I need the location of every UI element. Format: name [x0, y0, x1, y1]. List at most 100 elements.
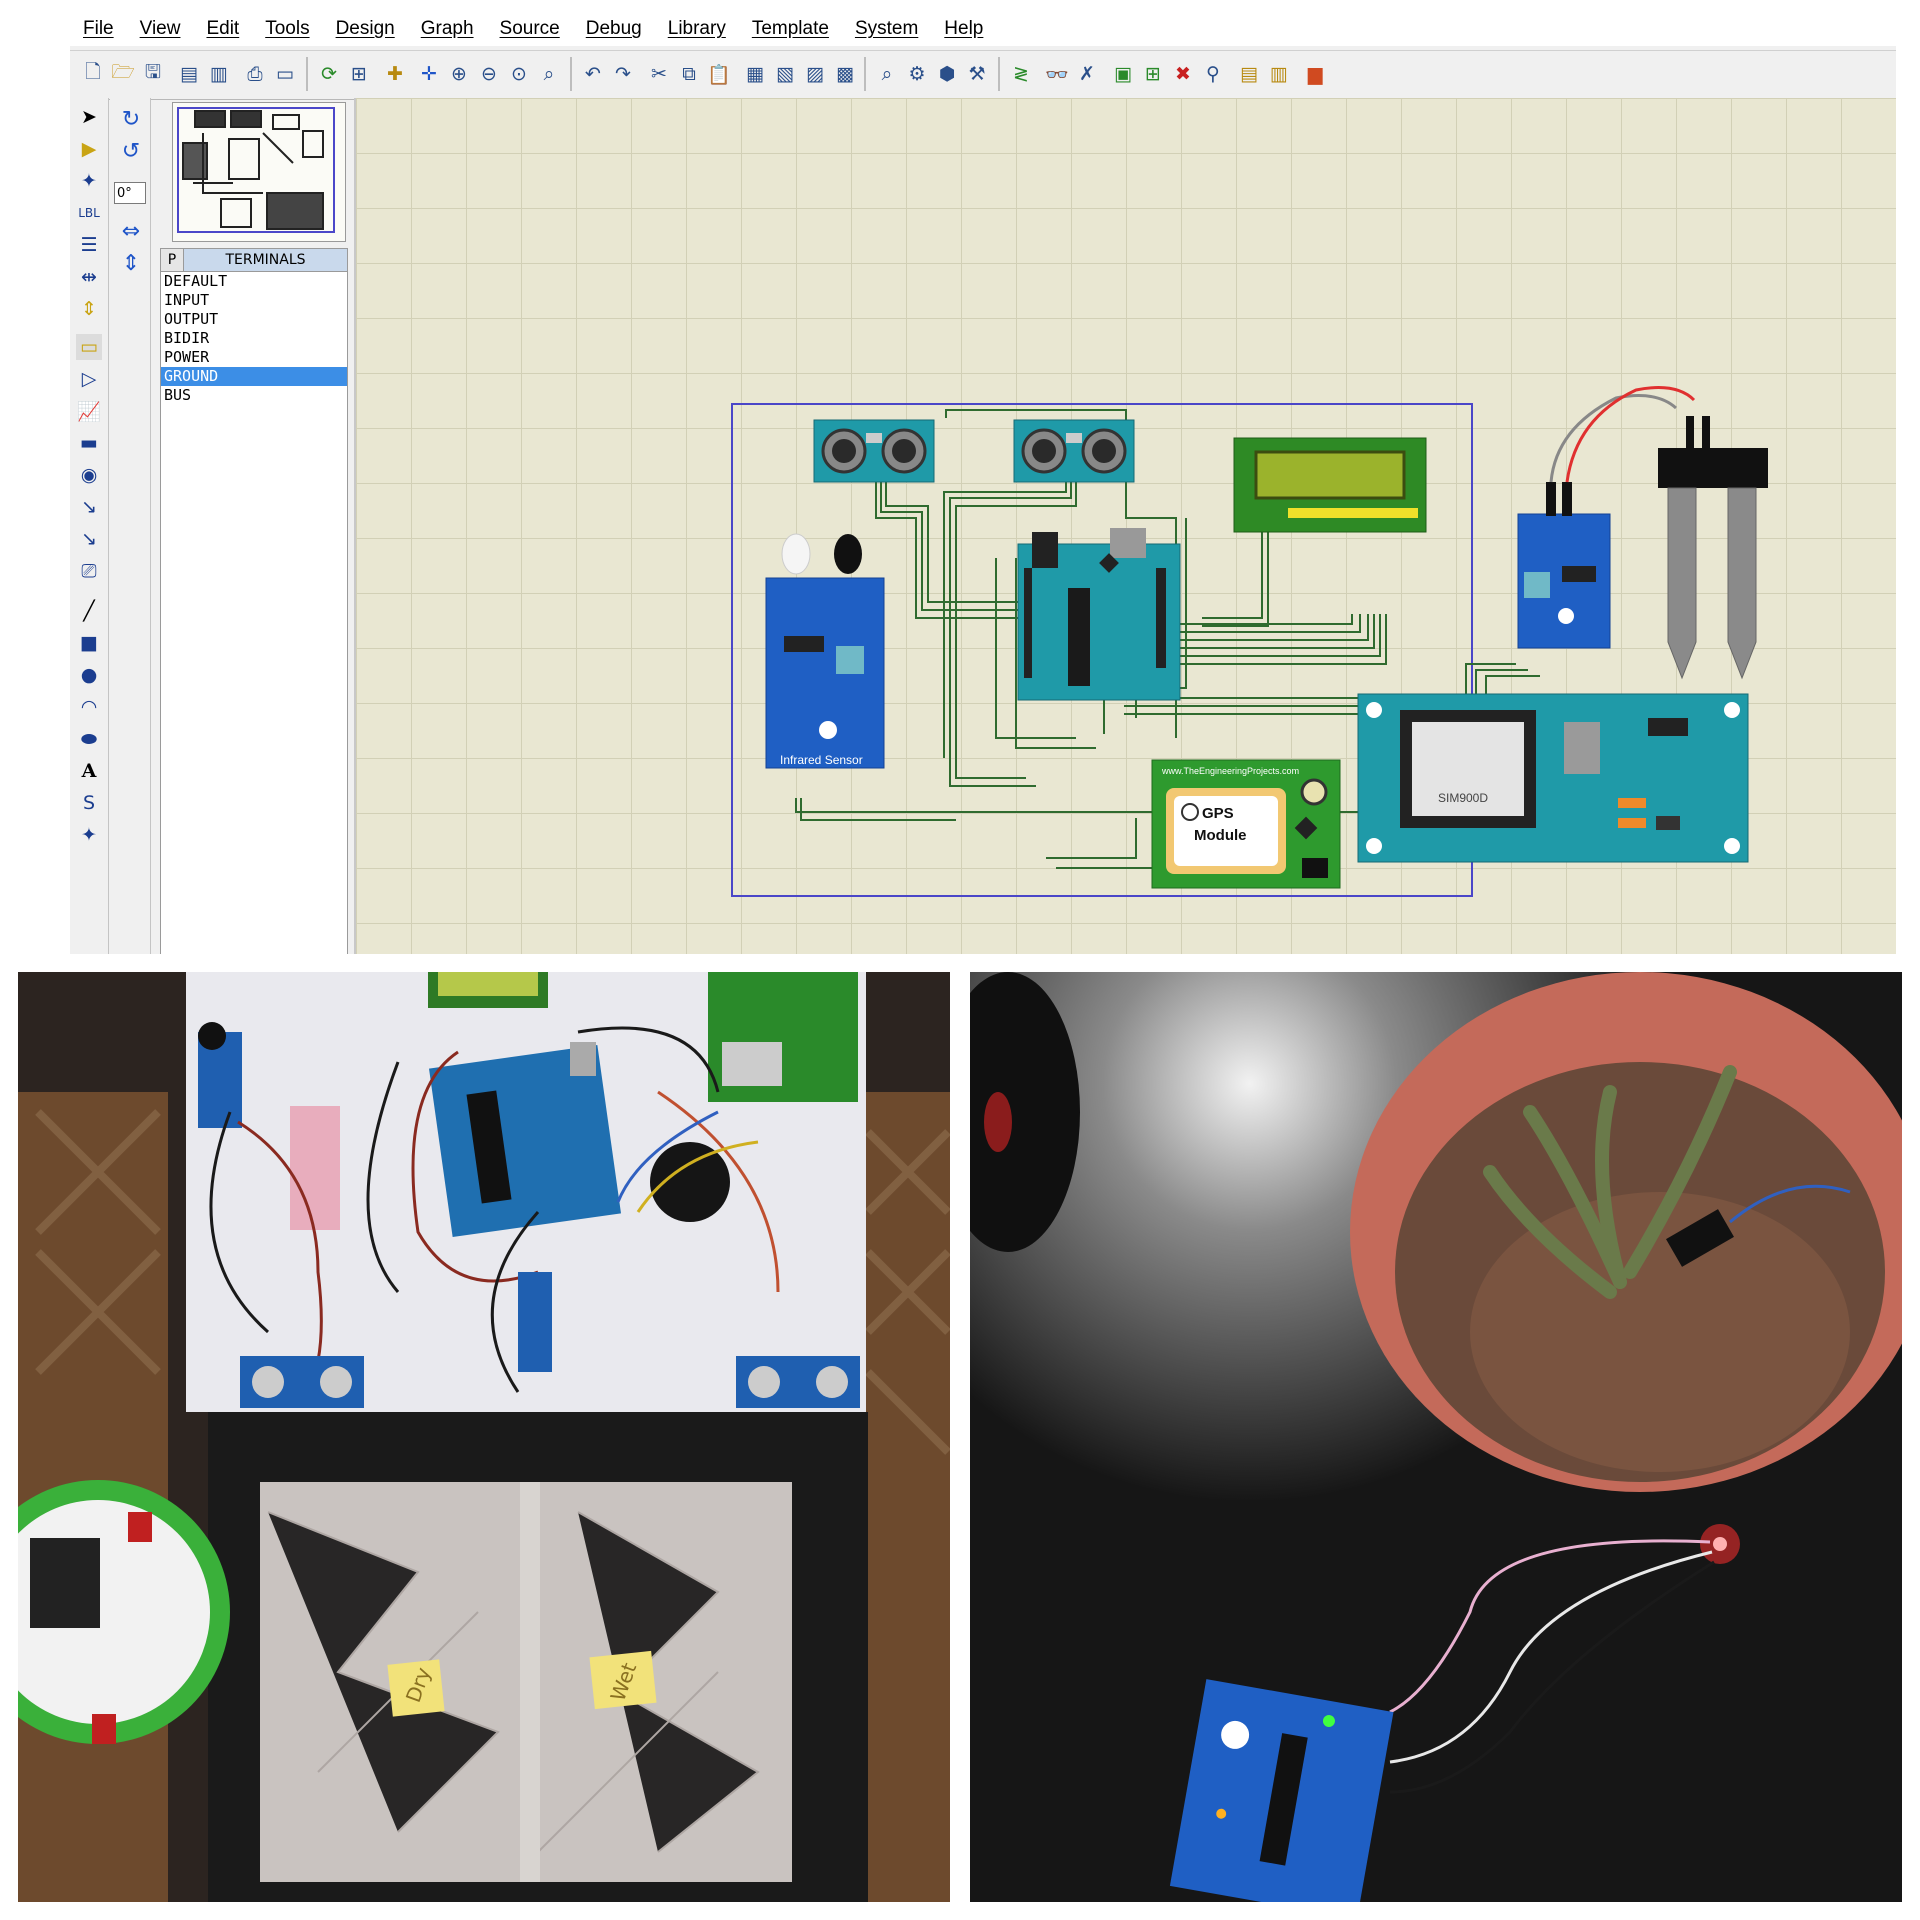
menu-template[interactable]: Template: [739, 18, 842, 40]
property-assignment-icon[interactable]: ✗: [1074, 61, 1100, 87]
box-icon[interactable]: ■: [76, 630, 102, 656]
new-sheet-icon[interactable]: ▣: [1110, 61, 1136, 87]
selection-mode-icon[interactable]: ➤: [76, 104, 102, 130]
bill-of-materials-icon[interactable]: ▤: [1236, 61, 1262, 87]
block-move-icon[interactable]: ▧: [772, 61, 798, 87]
menu-view[interactable]: View: [127, 18, 194, 40]
arduino-uno-board[interactable]: [1017, 528, 1181, 701]
search-tag-icon[interactable]: 👓: [1044, 61, 1070, 87]
zoom-all-icon[interactable]: ⊙: [506, 61, 532, 87]
symbol-icon[interactable]: S: [76, 790, 102, 816]
copy-icon[interactable]: ⧉: [676, 61, 702, 87]
marker-icon[interactable]: ✦: [76, 822, 102, 848]
schematic-canvas[interactable]: Infrared Sensor SIM900D www.TheEngineeri…: [354, 98, 1896, 954]
import-icon[interactable]: ▤: [176, 61, 202, 87]
terminal-item-ground[interactable]: GROUND: [161, 367, 347, 386]
device-pins-icon[interactable]: ▷: [76, 366, 102, 392]
lcd-display[interactable]: [1233, 437, 1427, 533]
zoom-in-icon[interactable]: ⊕: [446, 61, 472, 87]
text-icon[interactable]: A: [76, 758, 102, 784]
menu-help[interactable]: Help: [931, 18, 996, 40]
path-icon[interactable]: ⬬: [76, 726, 102, 752]
ultrasonic-sensor-1[interactable]: [813, 419, 935, 483]
menu-edit[interactable]: Edit: [193, 18, 252, 40]
rotation-toolbar: ↻ ↺ 0° ⇔ ⇕: [110, 98, 151, 954]
paste-icon[interactable]: 📋: [706, 61, 732, 87]
terminals-mode-icon[interactable]: ▭: [76, 334, 102, 360]
add-sheet-icon[interactable]: ⊞: [1140, 61, 1166, 87]
zoom-out-icon[interactable]: ⊖: [476, 61, 502, 87]
terminal-item-input[interactable]: INPUT: [161, 291, 347, 310]
terminal-item-default[interactable]: DEFAULT: [161, 272, 347, 291]
terminal-item-power[interactable]: POWER: [161, 348, 347, 367]
rotation-angle-input[interactable]: 0°: [114, 182, 146, 204]
decompose-icon[interactable]: ⚒: [964, 61, 990, 87]
mirror-vertical-icon[interactable]: ⇕: [118, 250, 144, 276]
print-area-icon[interactable]: ▭: [272, 61, 298, 87]
block-copy-icon[interactable]: ▦: [742, 61, 768, 87]
make-device-icon[interactable]: ⚙: [904, 61, 930, 87]
buses-icon[interactable]: ⇹: [76, 264, 102, 290]
undo-icon[interactable]: ↶: [580, 61, 606, 87]
export-icon[interactable]: ▥: [206, 61, 232, 87]
soil-moisture-probe[interactable]: [1658, 416, 1768, 680]
block-delete-icon[interactable]: ▩: [832, 61, 858, 87]
overview-window[interactable]: [172, 102, 346, 242]
voltage-probe-icon[interactable]: ↘: [76, 494, 102, 520]
junction-dot-icon[interactable]: ✦: [76, 168, 102, 194]
goto-sheet-icon[interactable]: ⚲: [1200, 61, 1226, 87]
pan-icon[interactable]: ✛: [416, 61, 442, 87]
save-icon[interactable]: 🖫: [140, 61, 166, 87]
gsm-module-sim900d[interactable]: SIM900D: [1357, 693, 1749, 863]
packaging-tool-icon[interactable]: ⬢: [934, 61, 960, 87]
remove-sheet-icon[interactable]: ✖: [1170, 61, 1196, 87]
line-icon[interactable]: ╱: [76, 598, 102, 624]
cut-icon[interactable]: ✂: [646, 61, 672, 87]
current-probe-icon[interactable]: ↘: [76, 526, 102, 552]
component-mode-icon[interactable]: ▶: [76, 136, 102, 162]
circle-icon[interactable]: ●: [76, 662, 102, 688]
rotate-clockwise-icon[interactable]: ↻: [118, 106, 144, 132]
tape-recorder-icon[interactable]: ▬: [76, 430, 102, 456]
netlist-icon[interactable]: ▥: [1266, 61, 1292, 87]
menu-debug[interactable]: Debug: [573, 18, 655, 40]
open-file-icon[interactable]: 🗁: [110, 61, 136, 87]
zoom-area-icon[interactable]: ⌕: [536, 61, 562, 87]
pick-devices-button[interactable]: P: [161, 249, 184, 271]
text-script-icon[interactable]: ☰: [76, 232, 102, 258]
print-icon[interactable]: ⎙: [242, 61, 268, 87]
redo-icon[interactable]: ↷: [610, 61, 636, 87]
menu-library[interactable]: Library: [655, 18, 739, 40]
ultrasonic-sensor-2[interactable]: [1013, 419, 1135, 483]
infrared-sensor-module[interactable]: Infrared Sensor: [765, 533, 885, 769]
rotate-anticlockwise-icon[interactable]: ↺: [118, 138, 144, 164]
terminal-item-bidir[interactable]: BIDIR: [161, 329, 347, 348]
terminal-item-output[interactable]: OUTPUT: [161, 310, 347, 329]
gsm-chip-label: SIM900D: [1438, 791, 1488, 805]
schematic-drawing: Infrared Sensor SIM900D www.TheEngineeri…: [731, 386, 1768, 897]
menu-file[interactable]: File: [70, 18, 127, 40]
menu-graph[interactable]: Graph: [408, 18, 487, 40]
grid-icon[interactable]: ⊞: [346, 61, 372, 87]
arc-icon[interactable]: ◠: [76, 694, 102, 720]
menu-system[interactable]: System: [842, 18, 931, 40]
menu-source[interactable]: Source: [487, 18, 573, 40]
block-rotate-icon[interactable]: ▨: [802, 61, 828, 87]
ares-icon[interactable]: ▆: [1302, 61, 1328, 87]
terminal-item-bus[interactable]: BUS: [161, 386, 347, 405]
wire-autorouter-icon[interactable]: ≷: [1008, 61, 1034, 87]
gps-module[interactable]: www.TheEngineeringProjects.com GPS Modul…: [1151, 759, 1341, 889]
menu-design[interactable]: Design: [323, 18, 408, 40]
redraw-icon[interactable]: ⟳: [316, 61, 342, 87]
origin-icon[interactable]: ✚: [382, 61, 408, 87]
pick-device-icon[interactable]: ⌕: [874, 61, 900, 87]
gps-label-2: Module: [1194, 827, 1247, 844]
generator-icon[interactable]: ◉: [76, 462, 102, 488]
new-file-icon[interactable]: 🗋: [80, 61, 106, 87]
graph-mode-icon[interactable]: 📈: [76, 398, 102, 424]
subcircuit-icon[interactable]: ⇕: [76, 296, 102, 322]
mirror-horizontal-icon[interactable]: ⇔: [118, 218, 144, 244]
menu-tools[interactable]: Tools: [252, 18, 322, 40]
virtual-instruments-icon[interactable]: ⎚: [76, 558, 102, 584]
wire-label-icon[interactable]: LBL: [76, 200, 102, 226]
